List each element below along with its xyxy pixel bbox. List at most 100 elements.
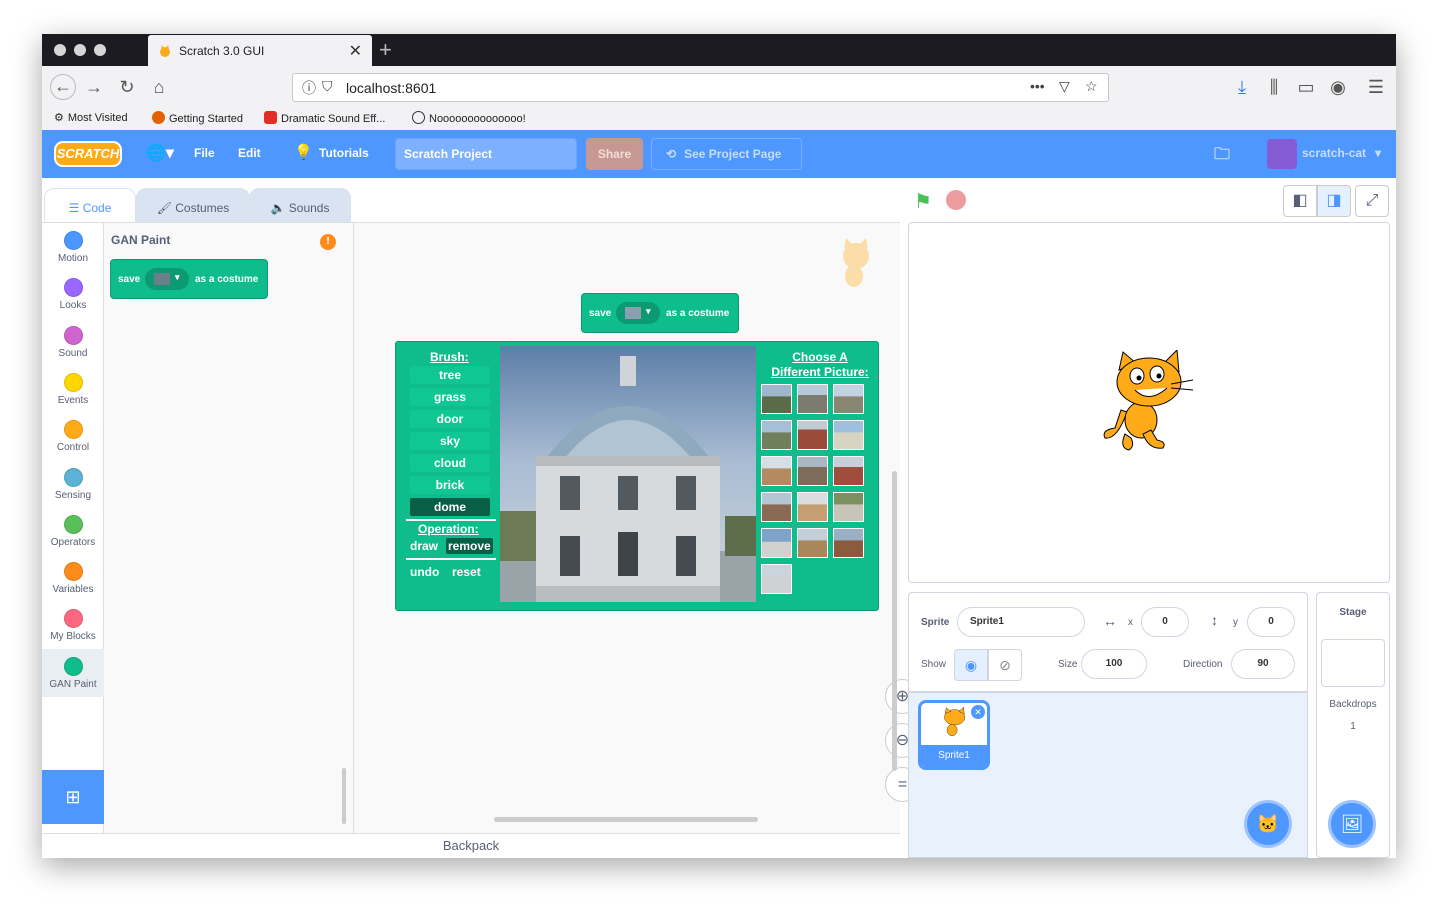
- y-input[interactable]: 0: [1247, 607, 1295, 637]
- hide-icon[interactable]: ⊘: [988, 649, 1022, 681]
- edit-menu[interactable]: Edit: [238, 146, 261, 160]
- operation-draw[interactable]: draw: [408, 538, 440, 554]
- hamburger-menu-icon[interactable]: ☰: [1364, 75, 1388, 99]
- brush-brick[interactable]: brick: [410, 476, 490, 494]
- picture-thumbnail[interactable]: [761, 384, 792, 414]
- picture-thumbnail[interactable]: [797, 528, 828, 558]
- category-control[interactable]: Control: [42, 420, 104, 453]
- category-my-blocks[interactable]: My Blocks: [42, 609, 104, 642]
- picture-thumbnail[interactable]: [761, 420, 792, 450]
- shield-icon[interactable]: ⛉: [322, 78, 333, 95]
- green-flag-icon[interactable]: ⚑: [914, 189, 932, 214]
- costume-dropdown[interactable]: ▾: [145, 268, 189, 290]
- avatar[interactable]: [1267, 139, 1297, 169]
- picture-thumbnail[interactable]: [761, 564, 792, 594]
- picture-thumbnail[interactable]: [833, 492, 864, 522]
- delete-sprite-icon[interactable]: ✕: [971, 705, 985, 719]
- back-icon[interactable]: ←: [50, 74, 76, 100]
- gan-paint-canvas[interactable]: [500, 346, 756, 602]
- backpack-bar[interactable]: Backpack: [42, 833, 900, 858]
- stage-canvas[interactable]: [908, 222, 1390, 583]
- home-icon[interactable]: ⌂: [147, 75, 171, 99]
- category-motion[interactable]: Motion: [42, 231, 104, 264]
- new-tab-icon[interactable]: +: [379, 37, 392, 63]
- sidebar-icon[interactable]: ▭: [1294, 75, 1318, 99]
- large-stage-icon[interactable]: ◨: [1317, 185, 1351, 217]
- stop-icon[interactable]: [946, 190, 966, 210]
- brush-dome[interactable]: dome: [410, 498, 490, 516]
- bookmark-dramatic-sound[interactable]: Dramatic Sound Eff...: [264, 111, 385, 125]
- username-menu[interactable]: scratch-cat: [1302, 146, 1366, 160]
- workspace-vertical-scrollbar[interactable]: [892, 471, 897, 771]
- language-globe-icon[interactable]: 🌐▾: [146, 143, 174, 163]
- bookmark-noooo[interactable]: Noooooooooooooo!: [412, 111, 526, 125]
- brush-grass[interactable]: grass: [410, 388, 490, 406]
- picture-thumbnail[interactable]: [761, 528, 792, 558]
- tab-code[interactable]: ☰ Code: [44, 188, 136, 222]
- brush-tree[interactable]: tree: [410, 366, 490, 384]
- small-stage-icon[interactable]: ◧: [1283, 185, 1317, 217]
- picture-thumbnail[interactable]: [833, 456, 864, 486]
- backdrop-thumbnail[interactable]: [1321, 639, 1385, 687]
- pocket-icon[interactable]: ▽: [1059, 78, 1070, 95]
- star-icon[interactable]: ☆: [1085, 78, 1098, 95]
- bookmark-getting-started[interactable]: Getting Started: [152, 111, 243, 125]
- picture-thumbnail[interactable]: [797, 384, 828, 414]
- picture-thumbnail[interactable]: [761, 456, 792, 486]
- category-operators[interactable]: Operators: [42, 515, 104, 548]
- brush-sky[interactable]: sky: [410, 432, 490, 450]
- picture-thumbnail[interactable]: [797, 420, 828, 450]
- brush-cloud[interactable]: cloud: [410, 454, 490, 472]
- picture-thumbnail[interactable]: [797, 492, 828, 522]
- account-icon[interactable]: ◉: [1326, 75, 1350, 99]
- category-variables[interactable]: Variables: [42, 562, 104, 595]
- account-caret-icon[interactable]: ▾: [1375, 146, 1381, 160]
- sprite-tile[interactable]: ✕ Sprite1: [918, 700, 990, 770]
- fullscreen-icon[interactable]: ⤢: [1355, 185, 1389, 217]
- info-icon[interactable]: ⓘ: [302, 78, 316, 98]
- tab-costumes[interactable]: 🖌 Costumes: [136, 188, 250, 222]
- category-gan-paint[interactable]: GAN Paint: [42, 649, 104, 697]
- folder-icon[interactable]: 🗀: [1214, 143, 1230, 170]
- close-window-icon[interactable]: [54, 44, 66, 56]
- more-actions-icon[interactable]: •••: [1030, 78, 1045, 94]
- add-sprite-button[interactable]: 🐱: [1244, 800, 1292, 848]
- tab-sounds[interactable]: 🔈 Sounds: [249, 188, 351, 222]
- see-project-page-button[interactable]: ⟲ See Project Page: [651, 138, 802, 170]
- size-input[interactable]: 100: [1081, 649, 1147, 679]
- tutorials-menu[interactable]: Tutorials: [319, 146, 369, 160]
- show-visible-icon[interactable]: ◉: [954, 649, 988, 681]
- library-icon[interactable]: ⫼: [1262, 75, 1286, 99]
- save-as-costume-block-workspace[interactable]: save ▾ as a costume: [581, 293, 739, 333]
- workspace-horizontal-scrollbar[interactable]: [494, 817, 758, 822]
- minimize-window-icon[interactable]: [74, 44, 86, 56]
- forward-icon[interactable]: →: [82, 75, 106, 99]
- category-sensing[interactable]: Sensing: [42, 468, 104, 501]
- url-text[interactable]: localhost:8601: [346, 80, 436, 96]
- save-as-costume-block[interactable]: save ▾ as a costume: [110, 259, 268, 299]
- share-button[interactable]: Share: [586, 138, 643, 170]
- brush-door[interactable]: door: [410, 410, 490, 428]
- add-extension-button[interactable]: ⊞: [42, 770, 104, 824]
- reset-button[interactable]: reset: [452, 565, 481, 579]
- category-events[interactable]: Events: [42, 373, 104, 406]
- maximize-window-icon[interactable]: [94, 44, 106, 56]
- category-sound[interactable]: Sound: [42, 326, 104, 359]
- category-looks[interactable]: Looks: [42, 278, 104, 311]
- direction-input[interactable]: 90: [1231, 649, 1295, 679]
- add-backdrop-button[interactable]: 🖼: [1328, 800, 1376, 848]
- picture-thumbnail[interactable]: [761, 492, 792, 522]
- reload-icon[interactable]: ↻: [115, 75, 139, 99]
- undo-button[interactable]: undo: [410, 565, 439, 579]
- project-title-input[interactable]: Scratch Project: [395, 138, 577, 170]
- operation-remove[interactable]: remove: [446, 538, 493, 554]
- close-tab-icon[interactable]: ✕: [349, 41, 362, 61]
- file-menu[interactable]: File: [194, 146, 215, 160]
- picture-thumbnail[interactable]: [833, 384, 864, 414]
- downloads-icon[interactable]: ⤓: [1230, 75, 1254, 99]
- scratch-cat-sprite[interactable]: [1097, 350, 1197, 456]
- picture-thumbnail[interactable]: [833, 420, 864, 450]
- palette-scrollbar[interactable]: [342, 768, 346, 824]
- x-input[interactable]: 0: [1141, 607, 1189, 637]
- picture-thumbnail[interactable]: [797, 456, 828, 486]
